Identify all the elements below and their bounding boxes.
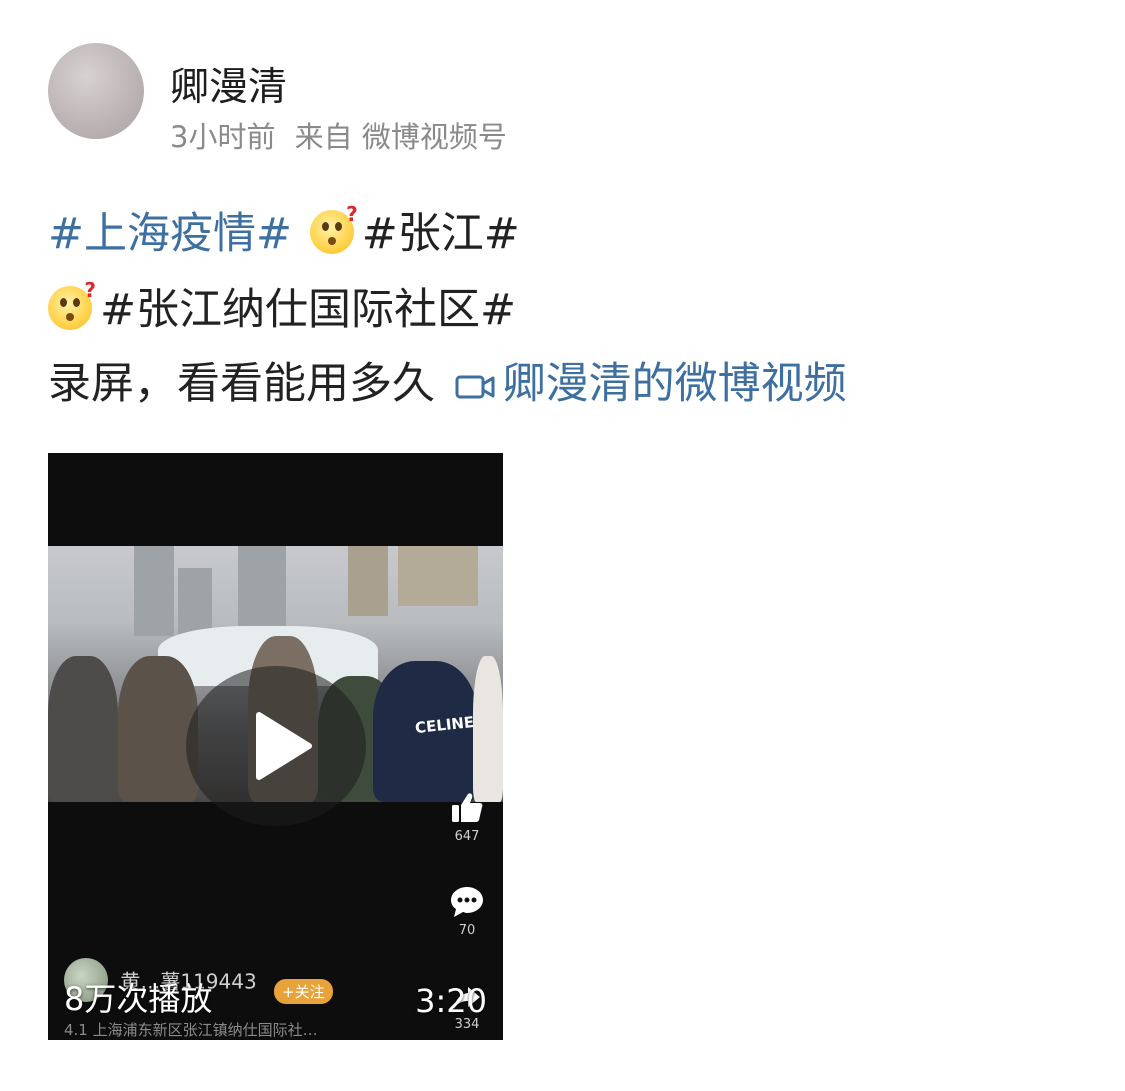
like-control[interactable]: 647 — [447, 791, 487, 844]
post-time: 3小时前 — [170, 120, 276, 154]
post-text-line-2: ? #张江纳仕国际社区# — [48, 280, 516, 340]
topic-text: #张江# — [361, 209, 520, 259]
topic-text: #张江纳仕国际社区# — [100, 285, 517, 335]
username[interactable]: 卿漫清 — [170, 56, 287, 112]
topic-link[interactable]: #上海疫情# — [48, 209, 292, 259]
post-text-line-3: 录屏，看看能用多久 卿漫清的微博视频 — [48, 354, 847, 414]
post-text-line-1: #上海疫情# ? #张江# — [48, 204, 520, 264]
thumbs-up-icon — [452, 793, 483, 822]
video-camera-icon — [455, 375, 495, 399]
video-link[interactable]: 卿漫清的微博视频 — [503, 359, 847, 409]
play-count: 8万次播放 — [64, 980, 213, 1018]
post-source: 来自 微博视频号 — [294, 120, 507, 154]
comment-bubble-icon — [451, 887, 483, 917]
video-player[interactable]: CELINE 647 70 334 黄…薯119443 +关注 4.1 上海浦东… — [48, 453, 503, 1040]
confused-emoji-icon: ? — [309, 204, 358, 254]
video-duration: 3:20 — [415, 982, 487, 1020]
play-icon[interactable] — [253, 711, 313, 781]
video-caption: 4.1 上海浦东新区张江镇纳仕国际社… — [64, 1021, 318, 1039]
avatar[interactable] — [48, 43, 144, 139]
follow-button[interactable]: +关注 — [274, 979, 333, 1004]
post-meta: 3小时前 来自 微博视频号 — [170, 114, 517, 156]
comment-control[interactable]: 70 — [447, 885, 487, 938]
like-count: 647 — [454, 829, 480, 844]
comment-count: 70 — [458, 923, 476, 938]
post-body-text: 录屏，看看能用多久 — [48, 359, 435, 409]
confused-emoji-icon: ? — [48, 280, 96, 330]
